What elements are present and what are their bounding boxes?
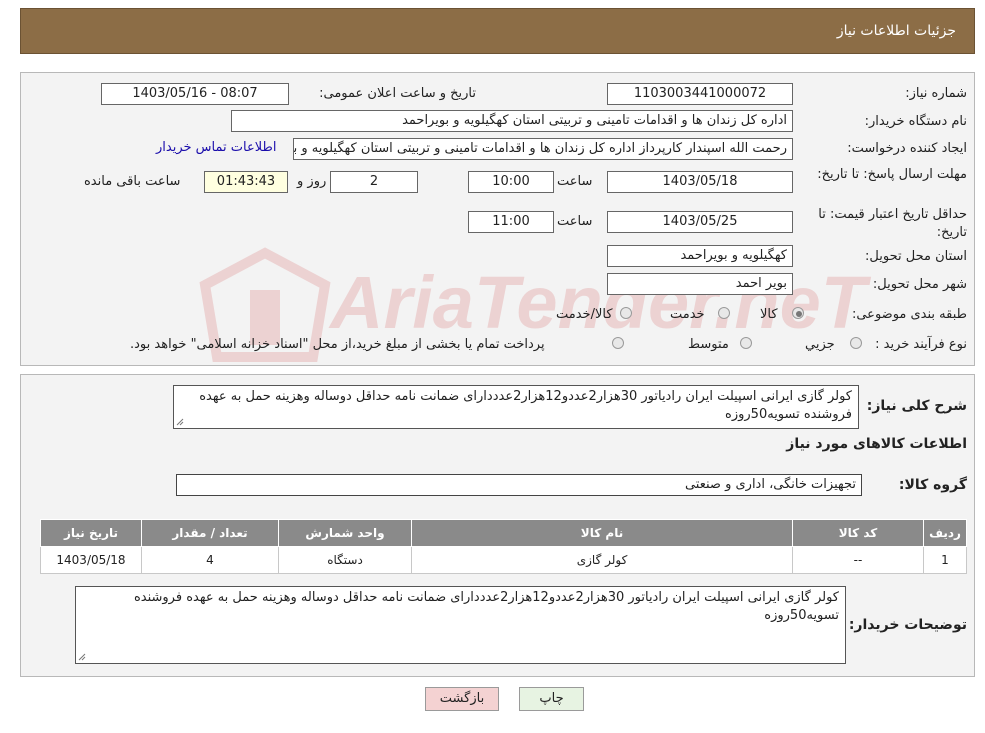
goods-table: ردیف کد کالا نام کالا واحد شمارش تعداد /…	[40, 519, 967, 574]
column-header-item-name: نام کالا	[411, 519, 793, 547]
purchase-radio-treasury[interactable]	[612, 337, 624, 349]
table-row[interactable]: 1 -- کولر گازی دستگاه 4 1403/05/18	[40, 546, 967, 574]
column-header-row-number: ردیف	[923, 519, 967, 547]
purchase-radio-medium[interactable]	[740, 337, 752, 349]
purchase-radio-minor[interactable]	[850, 337, 862, 349]
reply-time-label: ساعت	[557, 174, 593, 189]
price-time-label: ساعت	[557, 214, 593, 229]
description-textarea: کولر گازی ایرانی اسپیلت ایران رادیاتور 3…	[173, 385, 859, 429]
table-header-row: ردیف کد کالا نام کالا واحد شمارش تعداد /…	[40, 519, 967, 547]
price-validity-label: حداقل تاریخ اعتبار قیمت: تا تاریخ:	[818, 207, 967, 240]
purchase-option-minor: جزیي	[805, 337, 835, 352]
buyer-org-field: اداره کل زندان ها و اقدامات تامینی و ترب…	[231, 110, 793, 132]
need-number-label: شماره نیاز:	[905, 86, 967, 101]
page-title: جزئیات اطلاعات نیاز	[836, 23, 956, 39]
category-radio-goods-service[interactable]	[620, 307, 632, 319]
cell-need-date: 1403/05/18	[40, 546, 142, 574]
category-radio-goods[interactable]	[792, 307, 804, 319]
cell-row-number: 1	[923, 546, 967, 574]
purchase-note: پرداخت تمام یا بخشی از مبلغ خرید،از محل …	[130, 337, 545, 352]
announce-label: تاریخ و ساعت اعلان عمومی:	[319, 86, 476, 101]
price-date-field: 1403/05/25	[607, 211, 793, 233]
goods-section-title: اطلاعات کالاهای مورد نیاز	[786, 436, 967, 452]
description-label: شرح کلی نیاز:	[866, 398, 967, 414]
buyer-org-label: نام دستگاه خریدار:	[864, 114, 967, 129]
page-header: جزئیات اطلاعات نیاز	[20, 8, 975, 54]
resize-handle-icon[interactable]	[176, 418, 184, 426]
cell-item-name: کولر گازی	[411, 546, 793, 574]
column-header-need-date: تاریخ نیاز	[40, 519, 142, 547]
print-button[interactable]: چاپ	[519, 687, 584, 711]
price-time-field: 11:00	[468, 211, 554, 233]
purchase-option-medium: متوسط	[688, 337, 729, 352]
city-label: شهر محل تحویل:	[872, 277, 967, 292]
remaining-time-field: 01:43:43	[204, 171, 288, 193]
category-option-goods-service: کالا/خدمت	[556, 307, 613, 322]
purchase-type-label: نوع فرآیند خرید :	[875, 337, 967, 352]
buyer-notes-textarea: کولر گازی ایرانی اسپیلت ایران رادیاتور 3…	[75, 586, 846, 664]
city-field: بویر احمد	[607, 273, 793, 295]
reply-time-field: 10:00	[468, 171, 554, 193]
province-field: کهگیلویه و بویراحمد	[607, 245, 793, 267]
buyer-notes-label: توضیحات خریدار:	[848, 617, 967, 633]
creator-field: رحمت الله اسپندار کارپرداز اداره کل زندا…	[293, 138, 793, 160]
need-number-field: 1103003441000072	[607, 83, 793, 105]
category-option-service: خدمت	[670, 307, 705, 322]
buyer-contact-link[interactable]: اطلاعات تماس خریدار	[156, 140, 276, 155]
goods-group-label: گروه کالا:	[898, 477, 967, 493]
column-header-quantity: تعداد / مقدار	[141, 519, 279, 547]
cell-quantity: 4	[141, 546, 279, 574]
remaining-time-label: ساعت باقی مانده	[84, 174, 181, 189]
days-field: 2	[330, 171, 418, 193]
back-button[interactable]: بازگشت	[425, 687, 499, 711]
category-option-goods: کالا	[760, 307, 778, 322]
province-label: استان محل تحویل:	[865, 249, 967, 264]
category-label: طبقه بندی موضوعی:	[851, 307, 967, 322]
creator-label: ایجاد کننده درخواست:	[847, 141, 967, 156]
days-label: روز و	[297, 174, 327, 189]
cell-unit: دستگاه	[278, 546, 412, 574]
reply-deadline-label: مهلت ارسال پاسخ: تا تاریخ:	[817, 167, 967, 182]
column-header-item-code: کد کالا	[792, 519, 924, 547]
resize-handle-icon[interactable]	[78, 653, 86, 661]
announce-datetime-field: 1403/05/16 - 08:07	[101, 83, 289, 105]
column-header-unit: واحد شمارش	[278, 519, 412, 547]
reply-date-field: 1403/05/18	[607, 171, 793, 193]
cell-item-code: --	[792, 546, 924, 574]
goods-group-field: تجهیزات خانگی، اداری و صنعتی	[176, 474, 862, 496]
category-radio-service[interactable]	[718, 307, 730, 319]
